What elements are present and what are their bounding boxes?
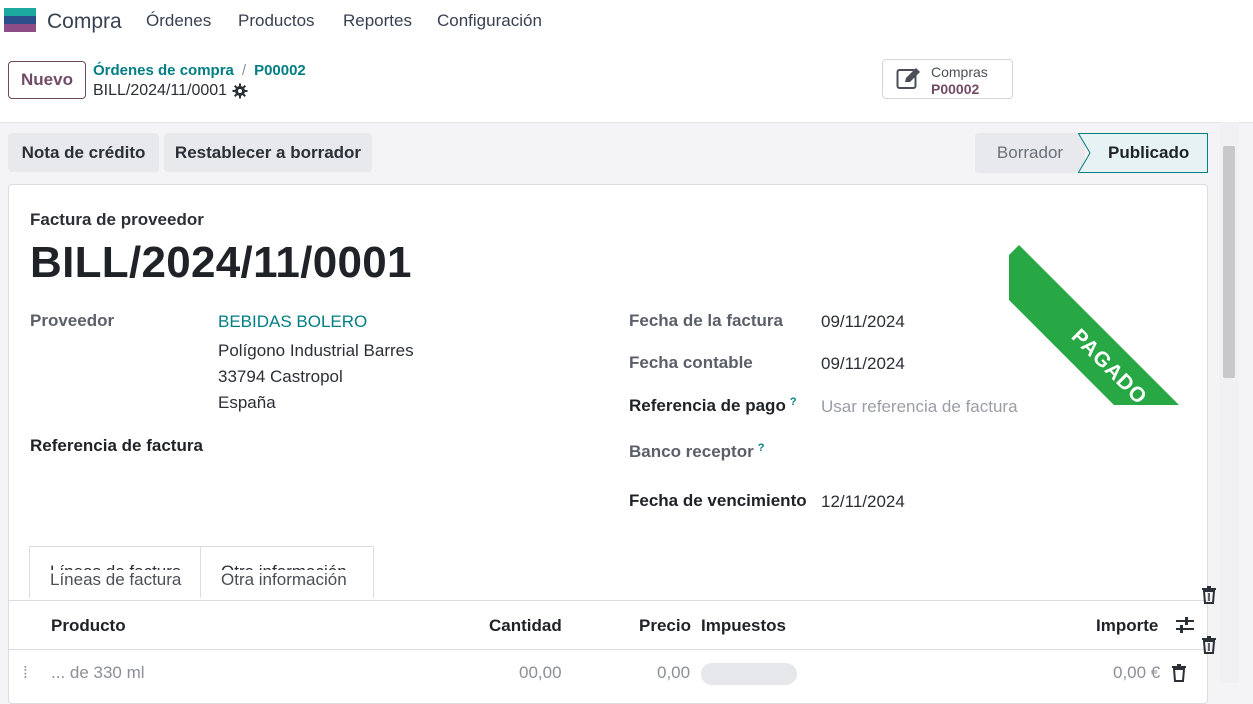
payment-reference-label: Referencia de pago? [629, 396, 797, 416]
smart-button-label: Compras [931, 64, 988, 80]
menu-productos[interactable]: Productos [238, 11, 315, 31]
due-date-field[interactable]: 12/11/2024 [821, 492, 905, 512]
paid-ribbon: PAGADO [1009, 185, 1207, 405]
vendor-name[interactable]: BEBIDAS BOLERO [218, 312, 367, 332]
payment-reference-input[interactable]: Usar referencia de factura [821, 397, 1018, 417]
breadcrumb-po[interactable]: P00002 [254, 62, 306, 79]
invoice-lines-table-header: Producto Cantidad Precio Impuestos Impor… [9, 600, 1207, 650]
line-quantity[interactable]: 00,00 [519, 663, 562, 683]
bank-label-text: Banco receptor [629, 442, 754, 461]
help-icon[interactable]: ? [758, 442, 765, 454]
invoice-date-label: Fecha de la factura [629, 311, 784, 330]
breadcrumb-separator: / [241, 62, 247, 79]
drag-handle-icon[interactable]: ⁞ [23, 663, 28, 683]
line-price[interactable]: 0,00 [657, 663, 690, 683]
control-panel: Nuevo Órdenes de compra / P00002 BILL/2024… [0, 42, 1253, 123]
document-type: Factura de proveedor [30, 210, 204, 229]
record-name: BILL/2024/11/0001 [93, 82, 228, 99]
breadcrumb-purchase-orders[interactable]: Órdenes de compra [93, 62, 234, 79]
invoice-date-field[interactable]: 09/11/2024 [821, 312, 905, 332]
app-name[interactable]: Compra [47, 10, 122, 34]
edit-document-icon [896, 68, 920, 89]
sticky-tab-invoice-lines[interactable]: Líneas de factura [46, 570, 186, 590]
breadcrumb: Órdenes de compra / P00002 [93, 62, 306, 79]
new-button[interactable]: Nuevo [8, 61, 86, 99]
status-published-label: Publicado [1108, 143, 1190, 162]
payment-reference-label-text: Referencia de pago [629, 396, 786, 415]
column-amount[interactable]: Importe [1096, 616, 1158, 636]
form-sheet: PAGADO Factura de proveedor BILL/2024/11… [8, 184, 1208, 704]
column-settings-icon[interactable] [1175, 616, 1195, 634]
status-draft[interactable]: Borrador [975, 133, 1085, 173]
trash-icon[interactable] [1201, 586, 1217, 604]
vendor-address-line1: Polígono Industrial Barres [218, 341, 414, 360]
purchase-smart-button[interactable]: Compras P00002 [882, 59, 1013, 99]
bill-reference-label: Referencia de factura [30, 436, 203, 455]
top-navbar: Compra Órdenes Productos Reportes Config… [0, 0, 1253, 42]
tax-badge[interactable] [701, 663, 797, 685]
vendor-address-line2: 33794 Castropol [218, 367, 343, 386]
accounting-date-label: Fecha contable [629, 353, 753, 372]
column-product[interactable]: Producto [51, 616, 126, 636]
vertical-scrollbar[interactable] [1220, 122, 1239, 683]
app-logo-icon[interactable] [4, 8, 36, 32]
bank-label: Banco receptor? [629, 442, 764, 462]
scrollbar-thumb[interactable] [1223, 146, 1235, 378]
document-title: BILL/2024/11/0001 [30, 238, 412, 287]
help-icon[interactable]: ? [790, 396, 797, 408]
sticky-tab-other-info[interactable]: Otra información [217, 570, 351, 590]
smart-button-value: P00002 [931, 81, 980, 97]
menu-ordenes[interactable]: Órdenes [146, 11, 211, 31]
column-quantity[interactable]: Cantidad [489, 616, 562, 636]
gear-icon[interactable] [232, 83, 248, 99]
line-amount: 0,00 € [1113, 663, 1161, 682]
record-title: BILL/2024/11/0001 [93, 82, 248, 100]
status-published[interactable]: Publicado [1078, 133, 1208, 173]
paid-ribbon-label: PAGADO [1009, 245, 1207, 405]
menu-reportes[interactable]: Reportes [343, 11, 412, 31]
trash-icon[interactable] [1201, 636, 1217, 654]
status-bar: Borrador Publicado [975, 133, 1208, 173]
line-product[interactable]: ... de 330 ml [51, 663, 145, 683]
reset-to-draft-button[interactable]: Restablecer a borrador [164, 133, 372, 172]
menu-configuracion[interactable]: Configuración [437, 11, 542, 31]
vendor-address-line3: España [218, 393, 276, 412]
column-taxes[interactable]: Impuestos [701, 616, 786, 636]
credit-note-button[interactable]: Nota de crédito [8, 133, 159, 172]
column-price[interactable]: Precio [639, 616, 691, 636]
vendor-label: Proveedor [30, 311, 115, 330]
trash-icon[interactable] [1171, 664, 1187, 682]
due-date-label: Fecha de vencimiento [629, 491, 807, 510]
accounting-date-field[interactable]: 09/11/2024 [821, 354, 905, 374]
